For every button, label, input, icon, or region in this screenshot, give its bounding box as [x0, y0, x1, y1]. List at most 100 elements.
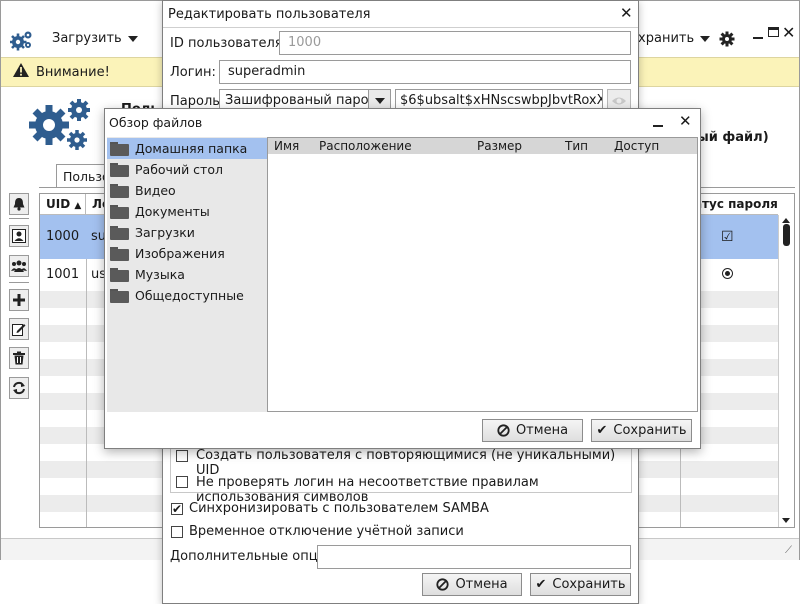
place-item[interactable]: Музыка	[107, 264, 267, 285]
eye-icon	[612, 97, 626, 105]
close-icon[interactable]: ✕	[782, 23, 795, 42]
delete-user-button[interactable]	[9, 347, 29, 369]
scroll-down-icon[interactable]	[782, 518, 790, 523]
chevron-down-icon	[374, 98, 385, 104]
password-type-value: Зашифрованый пароль	[225, 93, 385, 108]
folder-icon	[110, 288, 129, 303]
place-label: Общедоступные	[135, 288, 244, 303]
tab-users[interactable]: Пользо	[56, 164, 110, 188]
checkmark-icon: ✔	[535, 577, 547, 592]
trash-icon	[13, 351, 25, 365]
password-hash-value: $6$ubsalt$xHNscswbpJbvtRoxX	[400, 93, 603, 108]
scrollbar-thumb[interactable]	[783, 224, 790, 246]
place-label: Документы	[135, 204, 210, 219]
place-item[interactable]: Изображения	[107, 243, 267, 264]
place-item[interactable]: Общедоступные	[107, 285, 267, 306]
close-icon[interactable]: ✕	[679, 112, 692, 130]
save-button[interactable]: ✔ Сохранить	[530, 573, 631, 596]
save-button-label: Сохранить	[552, 577, 626, 592]
column-header-size[interactable]: Размер	[477, 138, 522, 154]
places-panel: Домашняя папка Рабочий стол Видео Докуме…	[107, 137, 267, 412]
warning-icon	[12, 62, 30, 82]
checked-box-icon: ☑	[721, 229, 734, 245]
uid-field[interactable]: 1000	[279, 31, 631, 55]
cancel-icon	[436, 578, 450, 591]
vertical-scrollbar[interactable]	[778, 215, 794, 527]
edit-user-button[interactable]	[9, 318, 29, 340]
dialog-title: Редактировать пользователя	[168, 7, 371, 22]
side-divider	[9, 282, 29, 283]
place-item[interactable]: Рабочий стол	[107, 159, 267, 180]
minimize-icon[interactable]	[653, 125, 663, 127]
checkmark-icon: ✔	[171, 502, 183, 516]
place-label: Загрузки	[135, 225, 195, 240]
place-item[interactable]: Документы	[107, 201, 267, 222]
minimize-icon[interactable]	[753, 37, 763, 39]
extra-options-label: Дополнительные опции:	[170, 549, 339, 564]
column-header-location[interactable]: Расположение	[319, 138, 412, 154]
login-label: Логин:	[170, 65, 216, 80]
sort-ascending-icon: ▲	[74, 201, 82, 211]
settings-gear-icon[interactable]	[719, 31, 735, 51]
dialog-titlebar: Обзор файлов ✕	[105, 109, 700, 135]
column-header-type[interactable]: Тип	[565, 138, 588, 154]
place-item[interactable]: Видео	[107, 180, 267, 201]
tab-users-label: Пользо	[63, 169, 110, 184]
uid-label: ID пользователя:	[170, 36, 287, 51]
close-icon[interactable]: ✕	[620, 4, 633, 22]
place-label: Изображения	[135, 246, 225, 261]
resize-grip-icon[interactable]: ⟋	[785, 545, 792, 556]
load-menu-button[interactable]: Загрузить	[52, 31, 138, 46]
user-card-button[interactable]	[9, 225, 29, 247]
no-login-check-checkbox[interactable]	[176, 476, 188, 488]
login-field[interactable]: superadmin	[219, 60, 631, 84]
checkmark-icon: ✔	[596, 423, 608, 438]
dialog-title: Обзор файлов	[109, 115, 203, 130]
users-group-icon	[11, 260, 27, 272]
samba-sync-checkbox[interactable]: ✔	[171, 503, 183, 515]
extra-options-field[interactable]	[317, 545, 631, 569]
folder-icon	[110, 204, 129, 219]
cancel-button[interactable]: Отмена	[482, 419, 583, 442]
folder-icon	[110, 267, 129, 282]
place-item[interactable]: Загрузки	[107, 222, 267, 243]
add-user-button[interactable]	[9, 289, 29, 311]
place-item[interactable]: Домашняя папка	[107, 138, 267, 159]
samba-sync-label: Синхронизировать с пользователем SAMBA	[189, 501, 489, 516]
edit-icon	[12, 324, 26, 336]
app-gears-icon	[9, 29, 34, 55]
folder-icon	[110, 162, 129, 177]
cancel-button[interactable]: Отмена	[422, 573, 522, 596]
place-label: Музыка	[135, 267, 185, 282]
column-header-uid[interactable]: UID ▲	[40, 194, 86, 214]
login-value: superadmin	[228, 64, 306, 79]
refresh-button[interactable]	[9, 377, 29, 399]
users-file-hint: ый файл)	[697, 130, 769, 145]
users-gears-icon	[27, 97, 93, 157]
maximize-icon[interactable]	[768, 27, 779, 37]
disable-account-checkbox[interactable]	[171, 526, 183, 538]
column-header-name[interactable]: Имя	[274, 138, 299, 154]
uid-value: 1000	[288, 35, 322, 50]
file-browser-dialog: Обзор файлов ✕ Домашняя папка Рабочий ст…	[104, 108, 701, 449]
chevron-down-icon	[700, 35, 711, 42]
uid-cell: 1001	[46, 267, 80, 282]
cancel-button-label: Отмена	[515, 423, 569, 438]
dialog-titlebar: Редактировать пользователя ✕	[163, 1, 638, 28]
column-header-uid-label: UID	[46, 197, 71, 211]
radio-dot-icon	[722, 268, 733, 279]
disable-account-label: Временное отключение учётной записи	[189, 524, 464, 539]
group-button[interactable]	[9, 255, 29, 277]
side-divider	[9, 218, 29, 219]
save-button[interactable]: ✔ Сохранить	[591, 419, 692, 442]
load-menu-label: Загрузить	[52, 31, 122, 46]
uid-cell: 1000	[46, 229, 80, 244]
scroll-up-icon[interactable]	[782, 218, 790, 223]
warning-text: Внимание!	[36, 64, 110, 80]
chevron-down-icon	[127, 35, 138, 42]
refresh-icon	[13, 381, 25, 395]
password-label: Пароль:	[170, 94, 225, 109]
notifications-button[interactable]	[9, 193, 29, 215]
column-header-access[interactable]: Доступ	[614, 138, 659, 154]
files-list[interactable]: Имя Расположение Размер Тип Доступ	[267, 137, 698, 412]
